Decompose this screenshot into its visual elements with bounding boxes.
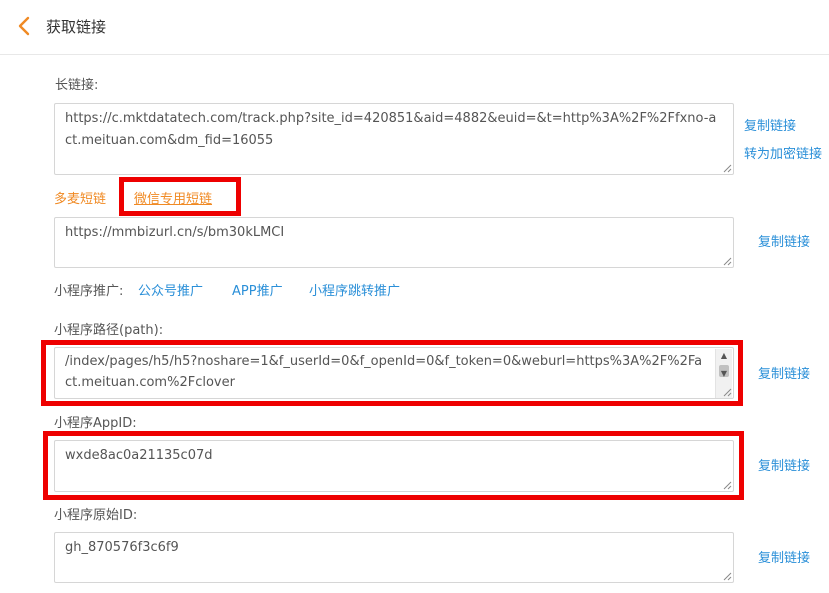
tab-duomai-short-link[interactable]: 多麦短链: [54, 191, 106, 209]
page-header: 获取链接: [0, 0, 829, 55]
appid-value: wxde8ac0a21135c07d: [65, 448, 213, 463]
path-textarea[interactable]: /index/pages/h5/h5?noshare=1&f_userId=0&…: [54, 347, 734, 399]
short-link-textarea[interactable]: https://mmbizurl.cn/s/bm30kLMCI: [54, 217, 734, 268]
page-title: 获取链接: [46, 18, 107, 36]
resize-grip-icon[interactable]: [723, 164, 732, 173]
encrypt-link-button[interactable]: 转为加密链接: [744, 146, 822, 164]
appid-textarea[interactable]: wxde8ac0a21135c07d: [54, 440, 734, 492]
promo-link-app[interactable]: APP推广: [232, 283, 283, 301]
mini-program-promo-label: 小程序推广:: [54, 284, 124, 299]
appid-copy-button[interactable]: 复制链接: [758, 458, 810, 476]
resize-grip-icon[interactable]: [723, 481, 732, 490]
origin-id-label: 小程序原始ID:: [54, 508, 138, 523]
long-link-copy-button[interactable]: 复制链接: [744, 118, 796, 136]
tab-wechat-short-link[interactable]: 微信专用短链: [134, 191, 212, 209]
long-link-label: 长链接:: [55, 78, 99, 93]
long-link-textarea[interactable]: https://c.mktdatatech.com/track.php?site…: [54, 103, 734, 175]
short-link-value: https://mmbizurl.cn/s/bm30kLMCI: [65, 225, 285, 240]
promo-link-official-account[interactable]: 公众号推广: [138, 283, 203, 301]
path-label: 小程序路径(path):: [54, 323, 164, 338]
path-copy-button[interactable]: 复制链接: [758, 366, 810, 384]
path-value: /index/pages/h5/h5?noshare=1&f_userId=0&…: [65, 354, 703, 390]
resize-grip-icon[interactable]: [723, 257, 732, 266]
origin-id-textarea[interactable]: gh_870576f3c6f9: [54, 532, 734, 583]
appid-label: 小程序AppID:: [54, 416, 137, 431]
scroll-up-icon[interactable]: ▲: [716, 349, 732, 363]
back-chevron-left-icon[interactable]: [14, 15, 36, 37]
scroll-down-icon[interactable]: ▼: [716, 367, 732, 381]
resize-grip-icon[interactable]: [723, 388, 732, 397]
resize-grip-icon[interactable]: [723, 572, 732, 581]
origin-id-value: gh_870576f3c6f9: [65, 540, 179, 555]
short-link-copy-button[interactable]: 复制链接: [758, 234, 810, 252]
long-link-value: https://c.mktdatatech.com/track.php?site…: [65, 111, 717, 148]
origin-id-copy-button[interactable]: 复制链接: [758, 550, 810, 568]
promo-link-mini-program-jump[interactable]: 小程序跳转推广: [309, 283, 400, 301]
